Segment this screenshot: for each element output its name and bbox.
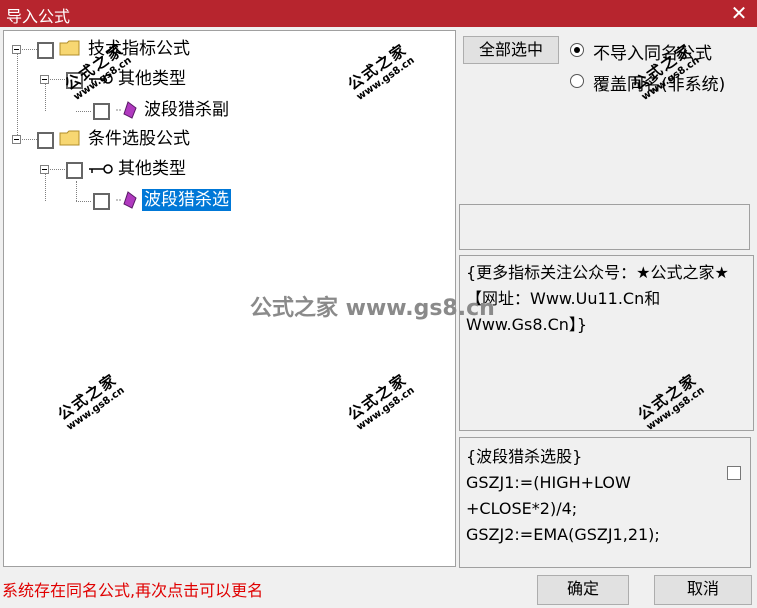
- node-checkbox[interactable]: [66, 162, 83, 179]
- formula-gem-icon: [116, 101, 137, 119]
- collapse-icon[interactable]: [40, 165, 49, 174]
- key-icon: [89, 164, 113, 174]
- node-label[interactable]: 其他类型: [116, 158, 188, 180]
- code-text: {波段猎杀选股} GSZJ1:=(HIGH+LOW +CLOSE*2)/4; G…: [466, 444, 706, 548]
- code-line: GSZJ2:=EMA(GSZJ1,21);: [466, 525, 660, 544]
- node-label[interactable]: 条件选股公式: [86, 128, 192, 150]
- code-checkbox[interactable]: [727, 466, 741, 480]
- radio-overwrite[interactable]: [570, 74, 584, 88]
- code-line: GSZJ1:=(HIGH+LOW: [466, 473, 631, 492]
- node-checkbox[interactable]: [37, 42, 54, 59]
- center-watermark: 公式之家 www.gs8.cn: [250, 296, 495, 321]
- tree-node[interactable]: 波段猎杀副: [4, 97, 454, 123]
- ok-button[interactable]: 确定: [537, 575, 629, 605]
- collapse-icon[interactable]: [12, 135, 21, 144]
- select-all-button[interactable]: 全部选中: [463, 36, 559, 64]
- collapse-icon[interactable]: [12, 45, 21, 54]
- code-line: {波段猎杀选股}: [466, 447, 583, 466]
- radio-no-import[interactable]: [570, 43, 584, 57]
- node-label[interactable]: 其他类型: [116, 68, 188, 90]
- window-title: 导入公式: [6, 7, 71, 26]
- node-checkbox[interactable]: [93, 193, 110, 210]
- tree-node[interactable]: 条件选股公式: [4, 126, 454, 152]
- tree-node[interactable]: 波段猎杀选: [4, 187, 454, 213]
- title-bar: 导入公式 ✕: [0, 0, 757, 27]
- description-text: {更多指标关注公众号：★公式之家★ 【网址：Www.Uu11.Cn和Www.Gs…: [466, 263, 729, 334]
- tree-node[interactable]: 其他类型: [4, 156, 454, 182]
- node-checkbox[interactable]: [37, 132, 54, 149]
- status-message: 系统存在同名公式,再次点击可以更名: [2, 581, 264, 600]
- name-input-box[interactable]: [459, 204, 750, 250]
- cancel-button[interactable]: 取消: [654, 575, 752, 605]
- node-label-selected[interactable]: 波段猎杀选: [142, 189, 231, 211]
- collapse-icon[interactable]: [40, 75, 49, 84]
- code-line: +CLOSE*2)/4;: [466, 499, 578, 518]
- folder-icon: [59, 130, 80, 146]
- node-checkbox[interactable]: [93, 103, 110, 120]
- formula-gem-icon: [116, 191, 137, 209]
- folder-icon: [59, 40, 80, 56]
- close-icon[interactable]: ✕: [729, 0, 749, 27]
- node-label[interactable]: 波段猎杀副: [142, 99, 231, 121]
